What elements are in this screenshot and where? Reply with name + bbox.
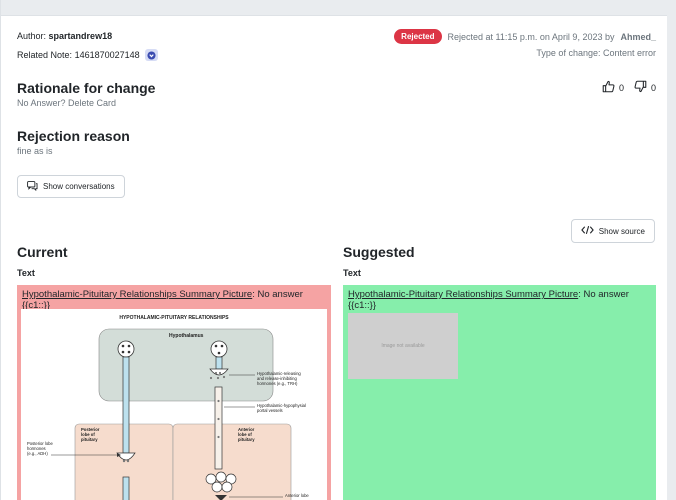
hypothalamic-pituitary-diagram: HYPOTHALAMIC-PITUITARY RELATIONSHIPS Hyp… bbox=[21, 309, 327, 500]
current-field-label: Text bbox=[17, 268, 35, 278]
status-text: Rejected at 11:15 p.m. on April 9, 2023 … bbox=[447, 31, 615, 42]
current-card-link[interactable]: Hypothalamic-Pituitary Relationships Sum… bbox=[22, 289, 252, 300]
suggested-text-line: Hypothalamic-Pituitary Relationships Sum… bbox=[348, 289, 651, 311]
upvote-button[interactable]: 0 bbox=[602, 80, 624, 95]
image-placeholder: Image not available bbox=[348, 313, 458, 379]
show-source-label: Show source bbox=[598, 226, 645, 236]
suggested-heading: Suggested bbox=[343, 244, 415, 260]
suggested-field-label: Text bbox=[343, 268, 361, 278]
current-heading: Current bbox=[17, 244, 68, 260]
downvote-count: 0 bbox=[650, 82, 656, 93]
show-source-button[interactable]: Show source bbox=[570, 219, 655, 243]
page-scrollbar[interactable] bbox=[667, 0, 676, 500]
author-name[interactable]: spartandrew18 bbox=[49, 31, 113, 41]
upvote-count: 0 bbox=[618, 82, 624, 93]
diagram-title: HYPOTHALAMIC-PITUITARY RELATIONSHIPS bbox=[119, 315, 229, 321]
rejection-text: fine as is bbox=[17, 146, 53, 156]
left-edge bbox=[0, 0, 1, 500]
hypothalamus-label: Hypothalamus bbox=[169, 333, 204, 339]
rationale-heading: Rationale for change bbox=[17, 80, 156, 96]
code-icon bbox=[580, 225, 594, 237]
thumbs-down-icon bbox=[634, 80, 647, 95]
related-note-label: Related Note: bbox=[17, 50, 73, 60]
author-label: Author: bbox=[17, 31, 47, 41]
show-conversations-button[interactable]: Show conversations bbox=[17, 175, 125, 198]
reviewer-name[interactable]: Ahmed_ bbox=[620, 32, 656, 42]
current-content-panel: Hypothalamic-Pituitary Relationships Sum… bbox=[17, 285, 331, 500]
anterior-lobe-label: Anterior lobe bbox=[285, 493, 309, 498]
chat-icon bbox=[27, 180, 38, 193]
related-note-id: 1461870027148 bbox=[74, 50, 140, 60]
show-conversations-label: Show conversations bbox=[43, 182, 115, 191]
author-line: Author: spartandrew18 bbox=[17, 31, 112, 41]
change-type: Type of change: Content error bbox=[536, 48, 656, 58]
suggested-content-panel: Hypothalamic-Pituitary Relationships Sum… bbox=[343, 285, 656, 500]
current-text-line: Hypothalamic-Pituitary Relationships Sum… bbox=[22, 289, 326, 311]
top-band bbox=[0, 0, 676, 16]
anterior-label-3: pituitary bbox=[238, 437, 255, 442]
chevron-down-circle-icon[interactable] bbox=[144, 49, 158, 61]
rejection-heading: Rejection reason bbox=[17, 128, 130, 144]
trh-label: hormones (e.g., TRH) bbox=[257, 381, 298, 386]
related-note-line: Related Note: 1461870027148 bbox=[17, 49, 158, 61]
thumbs-up-icon bbox=[602, 80, 615, 95]
posterior-hormones-label-3: (e.g., ADH) bbox=[27, 451, 48, 456]
status-badge: Rejected bbox=[394, 29, 442, 44]
rationale-text: No Answer? Delete Card bbox=[17, 98, 117, 108]
portal-label-2: portal vessels bbox=[257, 408, 283, 413]
posterior-label-3: pituitary bbox=[81, 437, 98, 442]
downvote-button[interactable]: 0 bbox=[634, 80, 656, 95]
review-status: Rejected Rejected at 11:15 p.m. on April… bbox=[394, 29, 656, 44]
vote-controls: 0 0 bbox=[602, 80, 656, 95]
suggested-card-link[interactable]: Hypothalamic-Pituitary Relationships Sum… bbox=[348, 289, 578, 300]
